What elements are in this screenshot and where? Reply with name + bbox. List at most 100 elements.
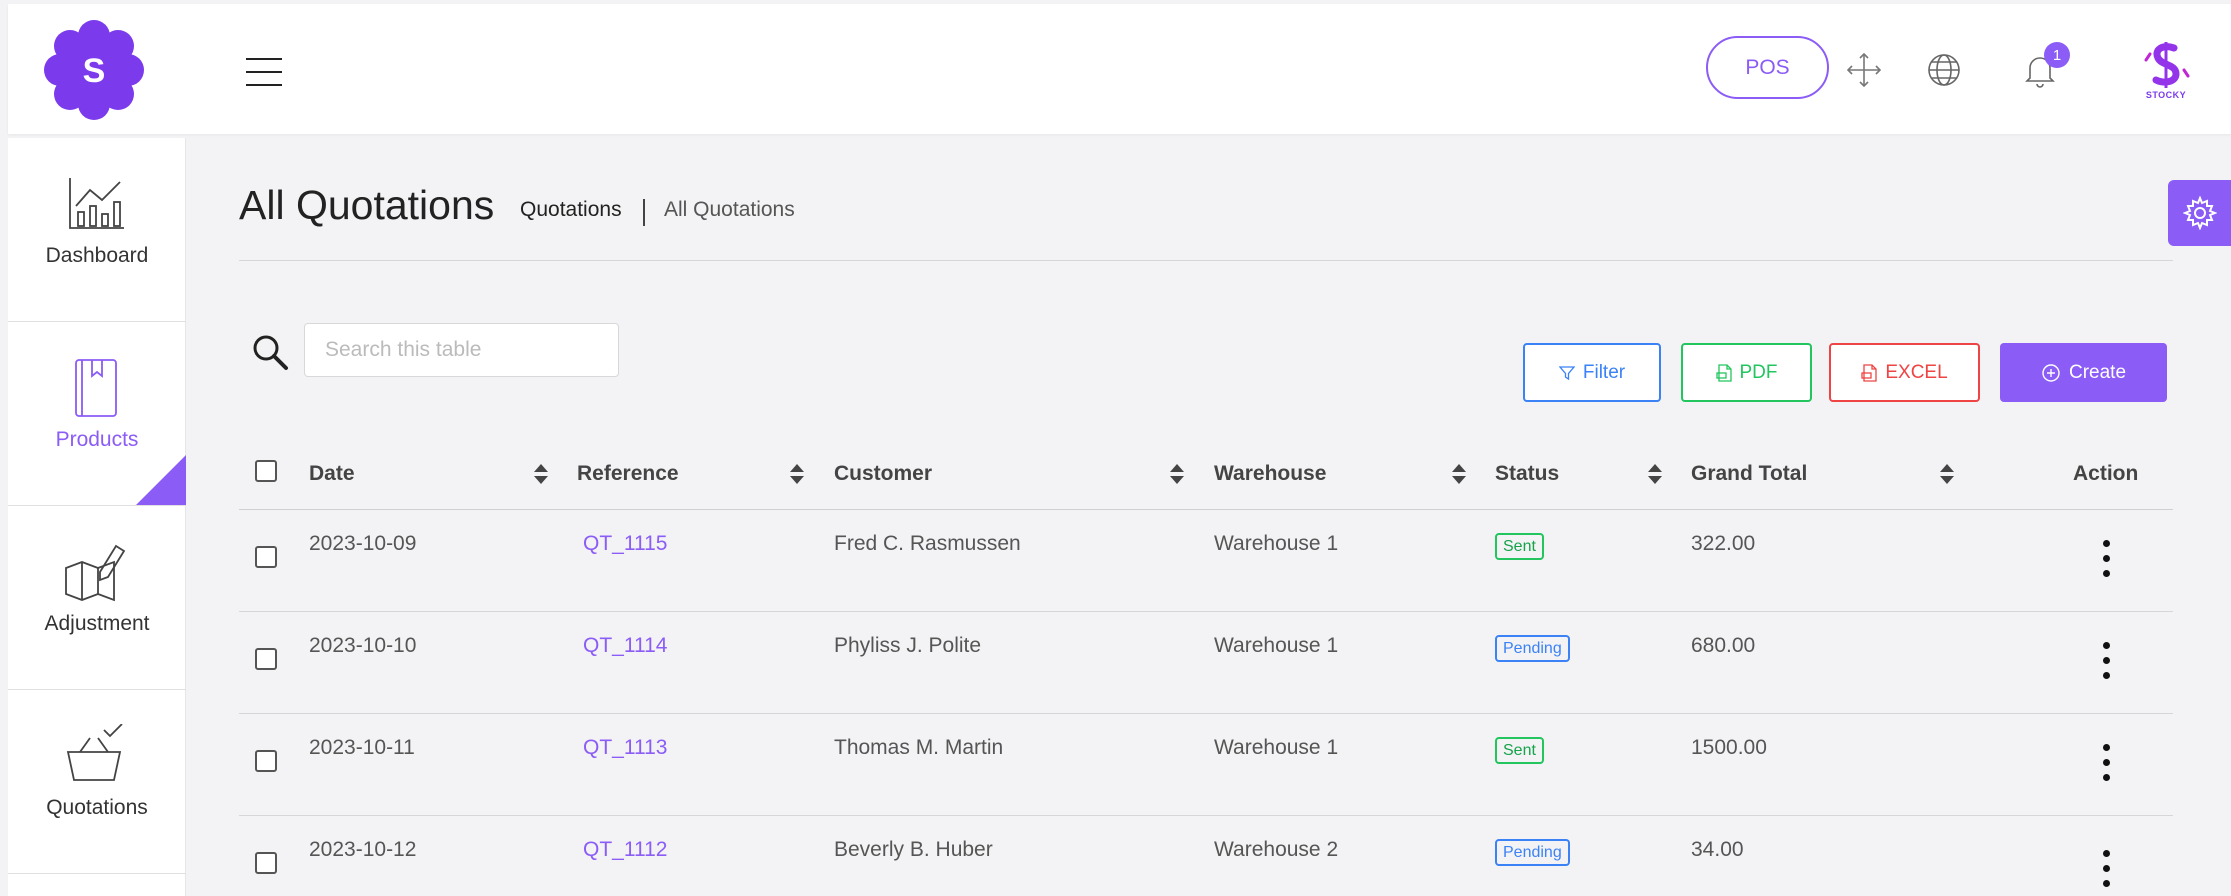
file-excel-icon xyxy=(1861,363,1877,382)
filter-icon xyxy=(1558,365,1575,380)
basket-check-icon xyxy=(66,724,123,781)
status-badge: Sent xyxy=(1495,533,1544,560)
sort-icon[interactable] xyxy=(533,462,549,486)
sort-icon[interactable] xyxy=(1451,462,1467,486)
cell-date: 2023-10-12 xyxy=(309,838,417,861)
cell-customer: Beverly B. Huber xyxy=(834,838,993,861)
cell-warehouse: Warehouse 1 xyxy=(1214,736,1339,759)
table-row: 2023-10-10 QT_1114 Phyliss J. Polite War… xyxy=(239,612,2173,714)
settings-button[interactable] xyxy=(2168,180,2231,246)
create-label: Create xyxy=(2068,361,2127,383)
filter-label: Filter xyxy=(1582,361,1626,383)
cell-grand-total: 680.00 xyxy=(1691,634,1756,657)
sidebar-item-label: Dashboard xyxy=(45,244,149,267)
row-actions-icon[interactable] xyxy=(2097,850,2117,890)
cell-date: 2023-10-11 xyxy=(309,736,415,759)
row-actions-icon[interactable] xyxy=(2097,744,2117,784)
sort-icon[interactable] xyxy=(1647,462,1663,486)
cell-customer: Thomas M. Martin xyxy=(834,736,1004,759)
breadcrumb-separator xyxy=(643,199,645,226)
row-actions-icon[interactable] xyxy=(2097,642,2117,682)
column-header-date[interactable]: Date xyxy=(309,462,355,486)
sidebar-item-more[interactable] xyxy=(8,874,186,896)
sort-icon[interactable] xyxy=(1939,462,1955,486)
table-row: 2023-10-12 QT_1112 Beverly B. Huber Ware… xyxy=(239,816,2173,896)
sidebar-item-label: Products xyxy=(55,428,139,451)
sidebar: Dashboard Products Adjustment Quotations xyxy=(8,138,186,896)
brand-text: STOCKY xyxy=(2145,90,2187,100)
dashboard-chart-icon xyxy=(69,178,124,229)
hamburger-line xyxy=(246,58,282,60)
column-header-grand-total[interactable]: Grand Total xyxy=(1691,462,1807,486)
cell-reference-link[interactable]: QT_1115 xyxy=(583,532,667,556)
app-logo[interactable]: S xyxy=(38,18,150,122)
logo-letter: S xyxy=(83,52,106,90)
breadcrumb-current: All Quotations xyxy=(664,198,795,221)
cell-customer: Phyliss J. Polite xyxy=(834,634,982,657)
cell-warehouse: Warehouse 1 xyxy=(1214,634,1339,657)
cell-reference-link[interactable]: QT_1112 xyxy=(583,838,667,862)
cell-date: 2023-10-09 xyxy=(309,532,417,555)
row-checkbox[interactable] xyxy=(255,852,277,874)
title-divider xyxy=(239,260,2173,261)
column-header-reference[interactable]: Reference xyxy=(577,462,679,486)
sidebar-item-label: Adjustment xyxy=(44,612,150,635)
sidebar-item-adjustment[interactable]: Adjustment xyxy=(8,506,186,690)
pdf-button[interactable]: PDF xyxy=(1681,343,1812,402)
column-header-status[interactable]: Status xyxy=(1495,462,1559,486)
gear-icon xyxy=(2182,196,2217,230)
hamburger-line xyxy=(246,71,282,73)
filter-button[interactable]: Filter xyxy=(1523,343,1661,402)
cell-warehouse: Warehouse 1 xyxy=(1214,532,1339,555)
select-all-checkbox[interactable] xyxy=(255,460,277,482)
globe-icon[interactable] xyxy=(1924,50,1964,90)
breadcrumb-parent[interactable]: Quotations xyxy=(520,198,622,222)
cell-grand-total: 1500.00 xyxy=(1691,736,1767,759)
pos-button[interactable]: POS xyxy=(1706,36,1829,99)
sort-icon[interactable] xyxy=(789,462,805,486)
book-icon xyxy=(75,359,117,417)
status-badge: Pending xyxy=(1495,635,1570,662)
map-pencil-icon xyxy=(65,544,126,602)
sort-icon[interactable] xyxy=(1169,462,1185,486)
sidebar-item-quotations[interactable]: Quotations xyxy=(8,690,186,874)
cell-grand-total: 322.00 xyxy=(1691,532,1756,555)
sidebar-item-label: Quotations xyxy=(46,796,148,819)
search-icon xyxy=(253,335,288,370)
search-input[interactable] xyxy=(304,323,619,377)
table-header: Date Reference Customer Warehouse Status… xyxy=(239,440,2173,510)
row-actions-icon[interactable] xyxy=(2097,540,2117,580)
cell-date: 2023-10-10 xyxy=(309,634,417,657)
create-button[interactable]: Create xyxy=(2000,343,2167,402)
stocky-brand-icon xyxy=(2144,42,2190,88)
fullscreen-icon[interactable] xyxy=(1844,50,1884,90)
user-avatar[interactable]: STOCKY xyxy=(2140,40,2192,102)
cell-customer: Fred C. Rasmussen xyxy=(834,532,1021,555)
hamburger-line xyxy=(246,84,282,86)
cell-grand-total: 34.00 xyxy=(1691,838,1744,861)
row-checkbox[interactable] xyxy=(255,750,277,772)
sidebar-item-products[interactable]: Products xyxy=(8,322,186,506)
cell-reference-link[interactable]: QT_1114 xyxy=(583,634,667,658)
notification-badge: 1 xyxy=(2044,42,2070,68)
row-checkbox[interactable] xyxy=(255,648,277,670)
file-pdf-icon xyxy=(1715,363,1732,382)
page-title: All Quotations xyxy=(239,182,495,228)
column-header-warehouse[interactable]: Warehouse xyxy=(1214,462,1326,486)
excel-label: EXCEL xyxy=(1885,361,1948,383)
active-corner-indicator xyxy=(136,455,186,505)
table-row: 2023-10-09 QT_1115 Fred C. Rasmussen War… xyxy=(239,510,2173,612)
column-header-action: Action xyxy=(2073,462,2139,485)
status-badge: Sent xyxy=(1495,737,1544,764)
cell-reference-link[interactable]: QT_1113 xyxy=(583,736,667,760)
sidebar-item-dashboard[interactable]: Dashboard xyxy=(8,138,186,322)
table-row: 2023-10-11 QT_1113 Thomas M. Martin Ware… xyxy=(239,714,2173,816)
row-checkbox[interactable] xyxy=(255,546,277,568)
excel-button[interactable]: EXCEL xyxy=(1829,343,1980,402)
status-badge: Pending xyxy=(1495,839,1570,866)
cell-warehouse: Warehouse 2 xyxy=(1214,838,1339,861)
column-header-customer[interactable]: Customer xyxy=(834,462,932,486)
plus-circle-icon xyxy=(2042,363,2060,382)
menu-toggle-button[interactable] xyxy=(240,52,288,92)
pdf-label: PDF xyxy=(1739,361,1778,383)
